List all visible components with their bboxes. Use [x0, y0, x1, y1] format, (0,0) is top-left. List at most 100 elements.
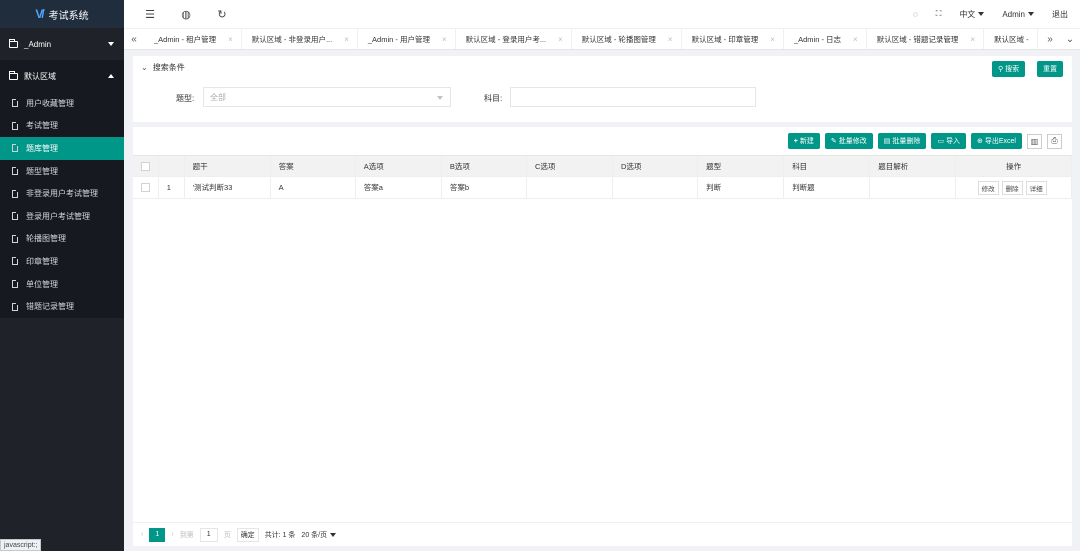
- subject-input[interactable]: [510, 87, 756, 107]
- sidebar-item[interactable]: 印章管理: [0, 250, 124, 273]
- theme-icon[interactable]: ◌: [913, 10, 918, 19]
- fullscreen-icon[interactable]: ⛶: [936, 9, 942, 19]
- tabs-scroll-right-icon[interactable]: »: [1040, 34, 1060, 45]
- sidebar-item[interactable]: 题库管理: [0, 137, 124, 160]
- chevron-down-icon: ⌄: [141, 62, 148, 72]
- close-icon[interactable]: ×: [970, 35, 975, 44]
- tab-label: 默认区域 - 登录用户考...: [465, 34, 547, 44]
- sidebar-item-label: 登录用户考试管理: [26, 211, 90, 221]
- select-all-cell[interactable]: [133, 156, 159, 176]
- sidebar-item[interactable]: 非登录用户考试管理: [0, 182, 124, 205]
- page-size-select[interactable]: 20 条/页: [301, 530, 337, 540]
- search-button-label: 搜索: [1005, 66, 1020, 73]
- sidebar-item[interactable]: 登录用户考试管理: [0, 204, 124, 228]
- close-icon[interactable]: ×: [228, 35, 233, 44]
- row-select-cell[interactable]: [133, 177, 159, 198]
- chevron-down-icon: [437, 96, 443, 100]
- next-page-icon[interactable]: ›: [171, 531, 173, 538]
- page-icon: [12, 280, 18, 289]
- sidebar-group-admin[interactable]: _Admin: [0, 28, 124, 60]
- column-header[interactable]: 题型: [698, 156, 785, 176]
- menu-toggle-icon[interactable]: ☰: [140, 8, 160, 21]
- columns-icon[interactable]: ▥: [1027, 133, 1042, 149]
- tab[interactable]: 默认区域 -: [984, 29, 1038, 49]
- sidebar-group-label: _Admin: [24, 39, 52, 49]
- logout-link[interactable]: 退出: [1052, 9, 1068, 20]
- app-title: 考试系统: [48, 10, 89, 22]
- search-button[interactable]: ⚲ 搜索: [992, 61, 1026, 77]
- type-label: 题型:: [176, 94, 195, 103]
- subject-label: 科目:: [484, 94, 503, 103]
- goto-confirm-button[interactable]: 确定: [236, 527, 259, 542]
- tab[interactable]: _Admin - 租户管理 ×: [144, 29, 242, 49]
- page-icon: [12, 121, 18, 130]
- tab[interactable]: 默认区域 - 非登录用户... ×: [242, 29, 358, 49]
- tabs-menu-icon[interactable]: ⌄: [1060, 34, 1080, 45]
- import-button[interactable]: ▭ 导入: [931, 133, 966, 149]
- total-count: 共计: 1 条: [264, 531, 296, 539]
- export-excel-button[interactable]: ⊕ 导出Excel: [971, 133, 1022, 149]
- close-icon[interactable]: ×: [668, 35, 673, 44]
- column-header[interactable]: 答案: [271, 156, 356, 176]
- current-page[interactable]: 1: [149, 527, 166, 542]
- globe-icon[interactable]: ◍: [176, 8, 196, 21]
- tab[interactable]: 默认区域 - 错题记录管理 ×: [867, 29, 985, 49]
- sidebar-group-default-area[interactable]: 默认区域: [0, 60, 124, 92]
- table-cell: 答案b: [442, 177, 527, 198]
- sidebar-item[interactable]: 题型管理: [0, 159, 124, 183]
- refresh-icon[interactable]: ↻: [212, 8, 232, 21]
- column-header[interactable]: 操作: [956, 156, 1072, 176]
- new-button[interactable]: + 新建: [787, 133, 820, 149]
- reset-button[interactable]: 重置: [1037, 61, 1063, 77]
- delete-button[interactable]: 删除: [1001, 180, 1023, 195]
- close-icon[interactable]: ×: [344, 35, 349, 44]
- column-header[interactable]: 题干: [185, 156, 271, 176]
- page-icon: [12, 99, 18, 108]
- column-header[interactable]: B选项: [442, 156, 527, 176]
- app-logo[interactable]: V/ 考试系统: [0, 0, 124, 28]
- close-icon[interactable]: ×: [853, 35, 858, 44]
- print-icon[interactable]: ⎙: [1047, 133, 1062, 149]
- close-icon[interactable]: ×: [770, 35, 775, 44]
- goto-page-input[interactable]: 1: [199, 527, 218, 542]
- chevron-down-icon: [108, 42, 114, 46]
- row-index: 1: [159, 177, 185, 198]
- search-title: 搜索条件: [152, 62, 185, 72]
- sidebar-item[interactable]: 错题记录管理: [0, 295, 124, 318]
- table-cell: 判断题: [784, 177, 871, 198]
- page-icon: [12, 189, 18, 198]
- tab[interactable]: _Admin - 用户管理 ×: [358, 29, 456, 49]
- main-panel: + 新建 ✎ 批量修改 ▤ 批量删除 ▭ 导入 ⊕ 导出Excel ▥ ⎙ 题干 答案 A选项…: [133, 127, 1072, 546]
- column-header[interactable]: 科目: [784, 156, 871, 176]
- prev-page-icon[interactable]: ‹: [141, 531, 143, 538]
- column-header[interactable]: C选项: [527, 156, 614, 176]
- column-header[interactable]: A选项: [356, 156, 442, 176]
- export-label: 导出Excel: [984, 138, 1016, 145]
- batch-edit-button[interactable]: ✎ 批量修改: [824, 133, 873, 149]
- sidebar-item[interactable]: 考试管理: [0, 114, 124, 138]
- sidebar-item[interactable]: 单位管理: [0, 272, 124, 296]
- column-header[interactable]: 题目解析: [870, 156, 957, 176]
- language-select[interactable]: 中文: [959, 9, 985, 20]
- tab[interactable]: 默认区域 - 登录用户考... ×: [456, 29, 572, 49]
- column-header[interactable]: D选项: [613, 156, 699, 176]
- close-icon[interactable]: ×: [442, 35, 447, 44]
- select-all-checkbox[interactable]: [141, 161, 150, 171]
- tab[interactable]: _Admin - 日志 ×: [784, 29, 867, 49]
- sidebar-item[interactable]: 用户收藏管理: [0, 92, 124, 115]
- row-checkbox[interactable]: [141, 183, 150, 192]
- tab[interactable]: 默认区域 - 轮播图管理 ×: [572, 29, 682, 49]
- close-icon[interactable]: ×: [558, 35, 563, 44]
- sidebar-item[interactable]: 轮播图管理: [0, 227, 124, 251]
- batch-delete-button[interactable]: ▤ 批量删除: [877, 133, 927, 149]
- type-select[interactable]: 全部: [203, 87, 451, 107]
- search-header[interactable]: ⌄ 搜索条件: [133, 56, 1072, 78]
- table-cell: A: [271, 177, 356, 198]
- tab-label: 默认区域 -: [994, 34, 1029, 44]
- detail-button[interactable]: 详细: [1025, 180, 1047, 195]
- tab[interactable]: 默认区域 - 印章管理 ×: [682, 29, 784, 49]
- tabs-scroll-left-icon[interactable]: «: [124, 34, 144, 45]
- download-icon: ⊕: [977, 138, 983, 145]
- user-menu[interactable]: Admin: [1002, 10, 1034, 19]
- edit-button[interactable]: 修改: [977, 180, 999, 195]
